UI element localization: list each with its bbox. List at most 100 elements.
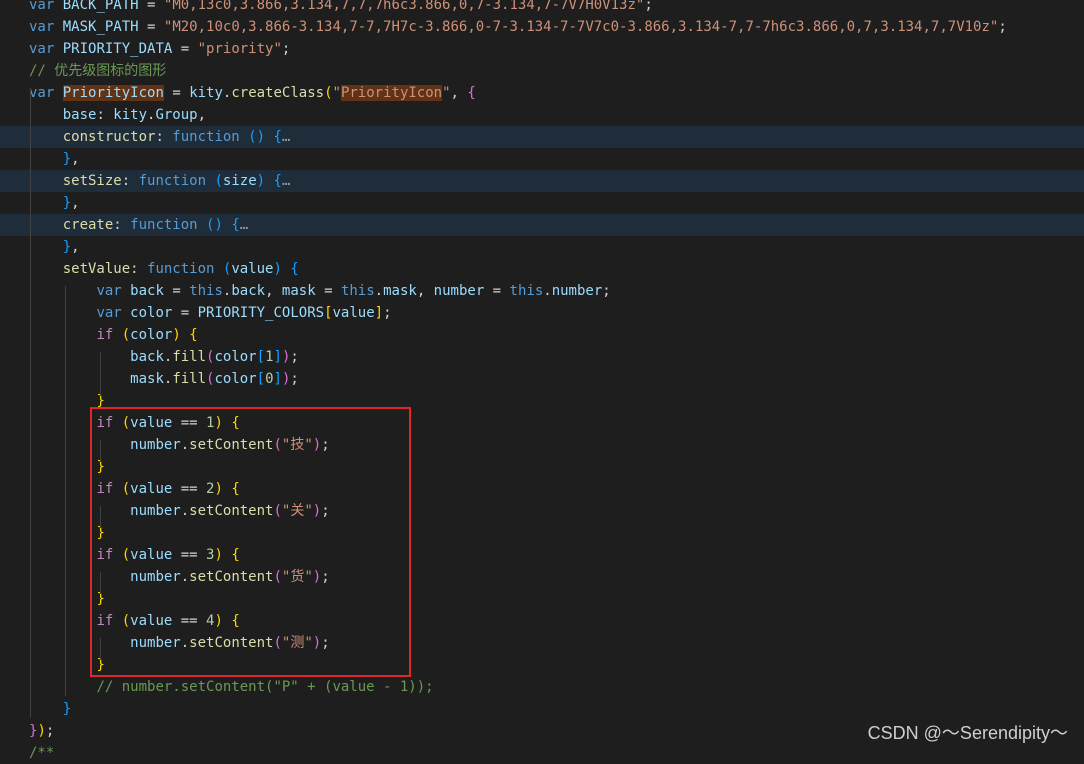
code-token: ( xyxy=(214,173,223,189)
code-token: ) xyxy=(172,327,181,343)
code-line[interactable]: var PriorityIcon = kity.createClass("Pri… xyxy=(0,82,1084,104)
code-line[interactable]: var PRIORITY_DATA = "priority"; xyxy=(0,38,1084,60)
code-token: ] xyxy=(374,305,384,321)
code-token: color xyxy=(214,371,257,387)
code-line[interactable]: mask.fill(color[0]); xyxy=(0,368,1084,390)
watermark: CSDN @～Serendipity～ xyxy=(867,723,1068,743)
code-token: kity xyxy=(113,107,148,123)
code-token: ; xyxy=(644,0,653,13)
code-token: [ xyxy=(256,371,266,387)
code-token: color xyxy=(130,305,173,321)
code-token: base xyxy=(62,107,97,123)
code-line[interactable]: }, xyxy=(0,236,1084,258)
code-token: this xyxy=(340,283,375,299)
code-line[interactable]: // 优先级图标的图形 xyxy=(0,60,1084,82)
code-token: : xyxy=(121,173,139,189)
code-line[interactable]: if (color) { xyxy=(0,324,1084,346)
code-token: this xyxy=(509,283,544,299)
code-token: ( xyxy=(324,85,333,101)
code-token: PriorityIcon xyxy=(62,85,164,101)
code-token: "M20,10c0,3.866-3.134,7-7,7H7c-3.866,0-7… xyxy=(163,19,999,35)
code-token: fill xyxy=(172,349,207,365)
code-line[interactable]: /** xyxy=(0,742,1084,764)
code-token: mask xyxy=(130,371,164,387)
code-token: var xyxy=(29,41,55,57)
code-token: back xyxy=(130,349,164,365)
code-token: = xyxy=(172,41,198,57)
code-line[interactable]: } xyxy=(0,698,1084,720)
code-line[interactable]: var MASK_PATH = "M20,10c0,3.866-3.134,7-… xyxy=(0,16,1084,38)
code-token: back xyxy=(130,283,164,299)
code-token: ] xyxy=(273,371,282,387)
code-token: , xyxy=(450,85,468,101)
code-line[interactable]: var color = PRIORITY_COLORS[value]; xyxy=(0,302,1084,324)
code-token: size xyxy=(222,173,257,189)
code-token: fill xyxy=(172,371,207,387)
code-token: // number.setContent("P" + (value - 1)); xyxy=(96,679,434,695)
indent-guide xyxy=(100,352,101,396)
code-line[interactable]: }, xyxy=(0,192,1084,214)
code-token: = xyxy=(315,283,341,299)
code-token: ) xyxy=(37,723,46,739)
code-token: value xyxy=(332,305,375,321)
code-token: ; xyxy=(602,283,611,299)
code-token: = xyxy=(138,0,164,13)
code-token: Group xyxy=(155,107,198,123)
code-token: … xyxy=(239,217,249,233)
code-token: mask xyxy=(281,283,316,299)
code-token: // 优先级图标的图形 xyxy=(29,63,167,79)
code-token: { xyxy=(273,173,282,189)
highlight-box xyxy=(90,407,411,677)
code-token: if xyxy=(96,327,114,343)
code-token: = xyxy=(484,283,510,299)
code-line[interactable]: var BACK_PATH = "M0,13c0,3.866,3.134,7,7… xyxy=(0,0,1084,16)
code-token: ; xyxy=(290,349,299,365)
code-token: function xyxy=(172,129,240,145)
code-token: 0 xyxy=(265,371,274,387)
code-token: ; xyxy=(281,41,291,57)
code-line[interactable]: create: function () {… xyxy=(0,214,1084,236)
code-line[interactable]: var back = this.back, mask = this.mask, … xyxy=(0,280,1084,302)
code-token: = xyxy=(163,85,190,101)
code-line[interactable]: back.fill(color[1]); xyxy=(0,346,1084,368)
code-line[interactable]: base: kity.Group, xyxy=(0,104,1084,126)
code-line[interactable]: constructor: function () {… xyxy=(0,126,1084,148)
code-token: PRIORITY_DATA xyxy=(62,41,173,57)
code-line[interactable]: }, xyxy=(0,148,1084,170)
code-token: = xyxy=(163,283,190,299)
code-token: color xyxy=(214,349,257,365)
code-token: color xyxy=(130,327,173,343)
code-line[interactable]: setValue: function (value) { xyxy=(0,258,1084,280)
code-token: value xyxy=(231,261,274,277)
code-token: = xyxy=(138,19,164,35)
code-token: "priority" xyxy=(197,41,282,57)
indent-guide xyxy=(30,88,31,718)
code-line[interactable]: // number.setContent("P" + (value - 1)); xyxy=(0,676,1084,698)
code-token: } xyxy=(62,195,72,211)
code-token: … xyxy=(281,173,291,189)
code-token: , xyxy=(71,195,80,211)
code-token: () xyxy=(248,129,266,145)
code-line[interactable]: setSize: function (size) {… xyxy=(0,170,1084,192)
